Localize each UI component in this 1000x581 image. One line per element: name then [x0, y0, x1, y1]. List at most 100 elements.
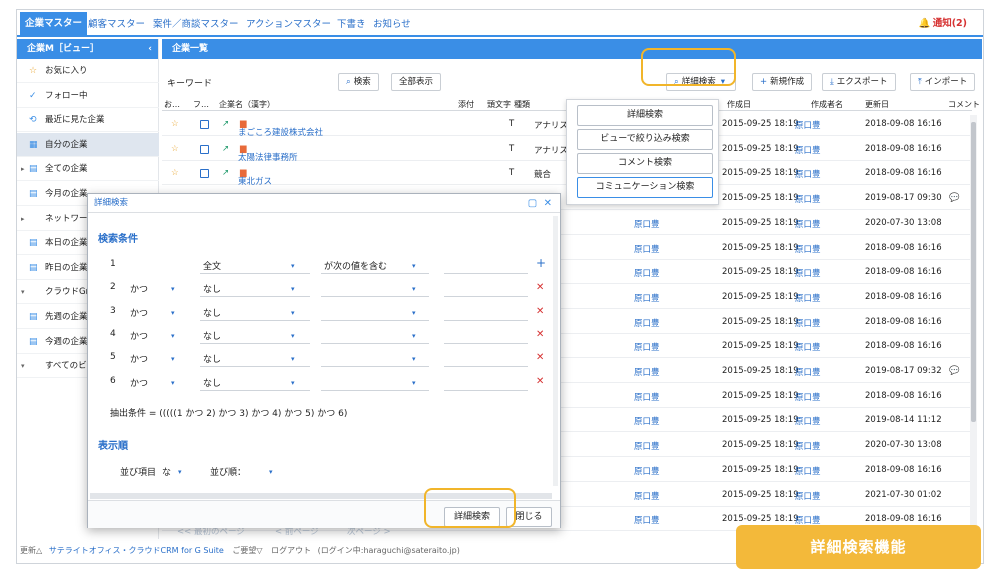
field-select[interactable]: なし	[203, 329, 221, 342]
footer-logout[interactable]: ログアウト	[271, 546, 311, 555]
column-header[interactable]: フ…	[193, 99, 209, 110]
new-button[interactable]: + 新規作成	[752, 73, 813, 91]
creator-name-link[interactable]: 原口豊	[795, 119, 821, 131]
remove-condition-icon[interactable]: ✕	[536, 376, 544, 387]
conjunction-select[interactable]: かつ	[130, 306, 148, 319]
close-icon[interactable]: ✕	[544, 198, 552, 209]
creator-name-link[interactable]: 原口豊	[795, 243, 821, 255]
open-external-icon[interactable]: ↗	[222, 168, 229, 178]
conjunction-select[interactable]: かつ	[130, 376, 148, 389]
sidebar-item[interactable]: ⟲ 最近に見た企業	[17, 108, 159, 133]
remove-condition-icon[interactable]: ✕	[536, 329, 544, 340]
sidebar-item[interactable]: ✓ フォロー中	[17, 84, 159, 108]
creator-link[interactable]: 原口豊	[634, 243, 660, 255]
caret-icon[interactable]: ▾	[21, 354, 25, 377]
import-button[interactable]: ⤒ インポート	[910, 73, 976, 91]
value-input[interactable]	[444, 273, 528, 274]
chevron-down-icon[interactable]: ▾	[291, 309, 295, 317]
column-header[interactable]: 種類	[514, 99, 530, 110]
creator-link[interactable]: 原口豊	[634, 514, 660, 526]
value-input[interactable]	[444, 342, 528, 344]
creator-name-link[interactable]: 原口豊	[795, 440, 821, 452]
chevron-down-icon[interactable]: ▾	[269, 468, 273, 476]
column-header[interactable]: 更新日	[865, 99, 889, 110]
notification-link[interactable]: 🔔 通知(2)	[919, 15, 967, 29]
show-all-button[interactable]: 全部表示	[391, 73, 442, 91]
column-header[interactable]: 頭文字	[487, 99, 511, 110]
sort-item-select[interactable]: な	[162, 465, 171, 478]
creator-name-link[interactable]: 原口豊	[795, 168, 821, 180]
favorite-star-icon[interactable]: ☆	[171, 119, 179, 129]
field-select[interactable]: なし	[203, 282, 221, 295]
column-header[interactable]: 作成日	[727, 99, 751, 110]
nav-tab-1[interactable]: 顧客マスター	[88, 16, 145, 30]
creator-name-link[interactable]: 原口豊	[795, 341, 821, 353]
chevron-down-icon[interactable]: ▾	[171, 285, 175, 293]
dropdown-item[interactable]: コミュニケーション検索	[577, 177, 713, 198]
export-button[interactable]: ⤓ エクスポート	[822, 73, 896, 91]
chevron-down-icon[interactable]: ▾	[291, 285, 295, 293]
table-scrollbar-thumb[interactable]	[971, 122, 976, 422]
value-input[interactable]	[444, 389, 528, 391]
creator-link[interactable]: 原口豊	[634, 440, 660, 452]
nav-tab-5[interactable]: お知らせ	[373, 16, 411, 30]
chevron-down-icon[interactable]: ▾	[178, 468, 182, 476]
creator-link[interactable]: 原口豊	[634, 292, 660, 304]
operator-select[interactable]: が次の値を含む	[324, 259, 387, 272]
creator-link[interactable]: 原口豊	[634, 317, 660, 329]
sidebar-item[interactable]: ▸ ▤ 全ての企業	[17, 157, 159, 182]
row-checkbox[interactable]	[200, 169, 209, 179]
chevron-down-icon[interactable]: ▾	[412, 285, 416, 293]
nav-tab-2[interactable]: 案件／商談マスター	[153, 16, 239, 30]
comment-icon[interactable]: 💬	[949, 366, 960, 376]
open-external-icon[interactable]: ↗	[222, 119, 229, 129]
creator-link[interactable]: 原口豊	[634, 341, 660, 353]
column-header[interactable]: コメント	[948, 99, 980, 110]
chevron-down-icon[interactable]: ▾	[291, 379, 295, 387]
creator-name-link[interactable]: 原口豊	[795, 391, 821, 403]
creator-name-link[interactable]: 原口豊	[795, 490, 821, 502]
remove-condition-icon[interactable]: ✕	[536, 306, 544, 317]
conjunction-select[interactable]: かつ	[130, 282, 148, 295]
remove-condition-icon[interactable]: ✕	[536, 352, 544, 363]
nav-tab-0[interactable]: 企業マスター	[20, 12, 88, 35]
column-header[interactable]: お…	[164, 99, 180, 110]
chevron-down-icon[interactable]: ▾	[171, 309, 175, 317]
footer-update[interactable]: 更新△	[20, 546, 42, 555]
company-name-link[interactable]: 太陽法律事務所 ▆	[238, 144, 298, 163]
collapse-sidebar-icon[interactable]: ‹	[148, 39, 152, 59]
remove-condition-icon[interactable]: ✕	[536, 282, 544, 293]
comment-icon[interactable]: 💬	[949, 193, 960, 203]
creator-name-link[interactable]: 原口豊	[795, 415, 821, 427]
sidebar-item[interactable]: ▦ 自分の企業	[17, 132, 159, 157]
caret-icon[interactable]: ▸	[21, 157, 25, 180]
caret-icon[interactable]: ▸	[21, 207, 25, 230]
creator-link[interactable]: 原口豊	[634, 366, 660, 378]
creator-link[interactable]: 原口豊	[634, 490, 660, 502]
chevron-down-icon[interactable]: ▾	[412, 332, 416, 340]
creator-name-link[interactable]: 原口豊	[795, 193, 821, 205]
sidebar-item[interactable]: ☆ お気に入り	[17, 59, 159, 83]
nav-tab-3[interactable]: アクションマスター	[246, 16, 331, 30]
chevron-down-icon[interactable]: ▾	[291, 262, 295, 270]
creator-name-link[interactable]: 原口豊	[795, 366, 821, 378]
caret-icon[interactable]: ▾	[21, 280, 25, 303]
row-checkbox[interactable]	[200, 120, 209, 129]
company-name-link[interactable]: まごころ建設株式会社 ▆	[238, 119, 323, 138]
chevron-down-icon[interactable]: ▾	[291, 355, 295, 363]
creator-link[interactable]: 原口豊	[634, 415, 660, 427]
value-input[interactable]	[444, 366, 528, 368]
creator-link[interactable]: 原口豊	[634, 267, 660, 279]
value-input[interactable]	[444, 319, 528, 321]
maximize-icon[interactable]: ▢	[528, 198, 537, 209]
creator-link[interactable]: 原口豊	[634, 218, 660, 230]
dropdown-item[interactable]: コメント検索	[577, 153, 713, 174]
search-button[interactable]: ⌕ 検索	[338, 73, 379, 91]
creator-link[interactable]: 原口豊	[634, 391, 660, 403]
column-header[interactable]: 添付	[458, 99, 474, 110]
chevron-down-icon[interactable]: ▾	[171, 355, 175, 363]
column-header[interactable]: 企業名（漢字）	[219, 99, 275, 110]
add-condition-icon[interactable]: +	[536, 256, 546, 270]
creator-name-link[interactable]: 原口豊	[795, 144, 821, 156]
chevron-down-icon[interactable]: ▾	[171, 379, 175, 387]
